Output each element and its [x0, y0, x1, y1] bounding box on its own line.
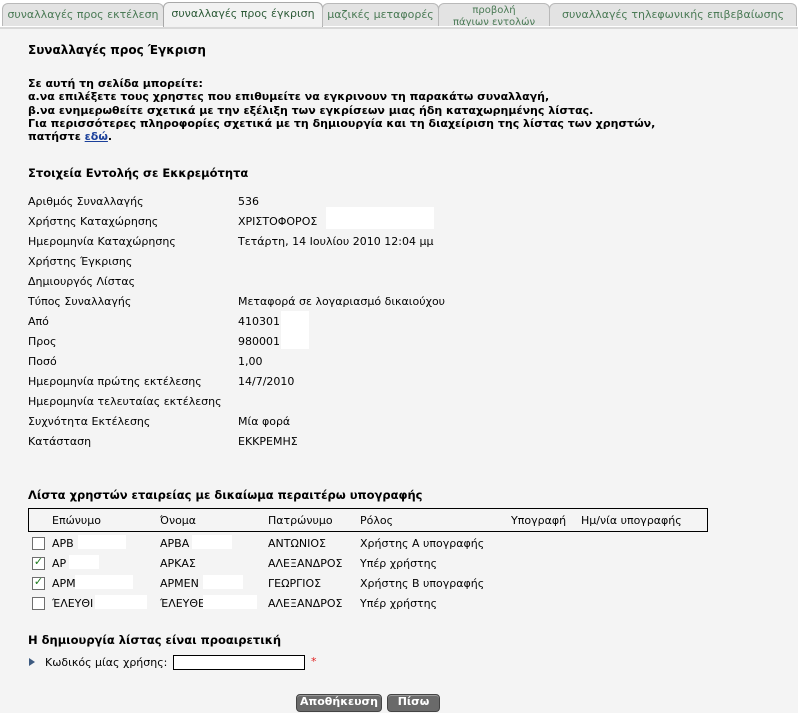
detail-value-amount: 1,00: [238, 355, 263, 368]
save-button[interactable]: Αποθήκευση: [296, 694, 382, 712]
redaction-mask: [78, 535, 126, 549]
detail-label: Συχνότητα Εκτέλεσης: [28, 415, 151, 428]
cell-surname: ΈΛΕΥΘΙ: [52, 597, 94, 610]
col-surname: Επώνυμο: [52, 514, 102, 527]
tab-standing-orders[interactable]: προβολή πάγιων εντολών: [438, 3, 550, 26]
intro-line-4: Για περισσότερες πληροφορίες σχετικά με …: [28, 116, 656, 130]
cell-father-name: ΓΕΩΡΓΙΟΣ: [268, 577, 322, 590]
users-table-header: Επώνυμο Όνομα Πατρώνυμο Ρόλος Υπογραφή Η…: [28, 508, 708, 532]
redaction-mask: [69, 555, 99, 569]
optional-heading: Η δημιουργία λίστας είναι προαιρετική: [28, 633, 282, 647]
detail-value-from: 410301: [238, 315, 280, 328]
otp-input[interactable]: [173, 655, 305, 670]
tab-standing-orders-line2: πάγιων εντολών: [452, 17, 536, 27]
detail-label: Κατάσταση: [28, 435, 92, 448]
cell-name: ΑΡΒΑ: [160, 537, 190, 550]
page-title: Συναλλαγές προς Έγκριση: [28, 43, 206, 57]
col-signature: Υπογραφή: [511, 514, 567, 527]
tab-transactions-to-approve[interactable]: συναλλαγές προς έγκριση: [163, 2, 323, 28]
details-heading: Στοιχεία Εντολής σε Εκκρεμότητα: [28, 166, 249, 180]
tab-bulk-transfers[interactable]: μαζικές μεταφορές: [322, 3, 439, 26]
detail-value-entry-date: Τετάρτη, 14 Ιουλίου 2010 12:04 μμ: [238, 235, 434, 248]
cell-role: Χρήστης Α υπογραφής: [360, 537, 485, 550]
tab-bar: συναλλαγές προς εκτέλεση συναλλαγές προς…: [0, 0, 798, 29]
redaction-mask: [75, 575, 133, 589]
detail-label: Από: [28, 315, 49, 328]
cell-surname: ΑΡΒ: [52, 537, 74, 550]
redaction-mask: [203, 595, 257, 609]
cell-surname: ΑΡ: [52, 557, 67, 570]
col-role: Ρόλος: [360, 514, 394, 527]
cell-father-name: ΑΛΕΞΑΝΔΡΟΣ: [268, 597, 343, 610]
cell-role: Υπέρ χρήστης: [360, 597, 438, 610]
intro-line-5: πατήστε εδώ.: [28, 130, 655, 143]
detail-value-transaction-no: 536: [238, 195, 259, 208]
intro-line-2: α.να επιλέξετε τους χρηστες που επιθυμεί…: [28, 90, 550, 104]
users-heading: Λίστα χρηστών εταιρείας με δικαίωμα περα…: [28, 488, 423, 502]
user-checkbox[interactable]: [32, 537, 45, 550]
intro-prefix: πατήστε: [28, 130, 85, 144]
cell-father-name: ΑΝΤΩΝΙΟΣ: [268, 537, 326, 550]
detail-label: Ποσό: [28, 355, 57, 368]
intro-text: Σε αυτή τη σελίδα μπορείτε: α.να επιλέξε…: [28, 77, 655, 143]
detail-label: Αριθμός Συναλλαγής: [28, 195, 144, 208]
checkmark-icon: ✓: [33, 555, 44, 568]
detail-value-frequency: Μία φορά: [238, 415, 291, 428]
cell-role: Χρήστης Β υπογραφής: [360, 577, 485, 590]
detail-label: Χρήστης Καταχώρησης: [28, 215, 159, 228]
tab-standing-orders-line1: προβολή: [472, 5, 516, 16]
intro-suffix: .: [107, 130, 113, 144]
cell-name: ΑΡΚΑΣ: [160, 557, 196, 570]
checkmark-icon: ✓: [33, 575, 44, 588]
intro-line-3: β.να ενημερωθείτε σχετικά με την εξέλιξη…: [28, 103, 594, 117]
cell-surname: ΑΡΜ: [52, 577, 76, 590]
arrow-right-icon: [29, 658, 35, 666]
user-checkbox[interactable]: [32, 597, 45, 610]
detail-label: Χρήστης Έγκρισης: [28, 255, 133, 268]
detail-label: Δημιουργός Λίστας: [28, 275, 136, 288]
detail-label: Ημερομηνία τελευταίας εκτέλεσης: [28, 395, 222, 408]
redaction-mask: [281, 311, 309, 331]
detail-value-entry-user: ΧΡΙΣΤΟΦΟΡΟΣ: [238, 215, 318, 228]
required-mark: *: [311, 655, 317, 668]
main-panel: Συναλλαγές προς Έγκριση Σε αυτή τη σελίδ…: [0, 29, 798, 713]
tab-phone-confirmation[interactable]: συναλλαγές τηλεφωνικής επιβεβαίωσης: [549, 3, 797, 26]
col-signature-date: Ημ/νία υπογραφής: [581, 514, 682, 527]
detail-label: Προς: [28, 335, 57, 348]
help-link[interactable]: εδώ: [85, 130, 108, 143]
detail-value-first-exec: 14/7/2010: [238, 375, 295, 388]
detail-value-status: ΕΚΚΡΕΜΗΣ: [238, 435, 298, 448]
redaction-mask: [326, 207, 434, 229]
col-name: Όνομα: [160, 514, 197, 527]
redaction-mask: [203, 575, 243, 589]
redaction-mask: [281, 331, 309, 349]
detail-value-to: 980001: [238, 335, 280, 348]
tab-transactions-to-execute[interactable]: συναλλαγές προς εκτέλεση: [2, 3, 164, 26]
otp-label: Κωδικός μίας χρήσης:: [45, 656, 168, 669]
cell-name: ΈΛΕΥΘΕ: [160, 597, 206, 610]
cell-father-name: ΑΛΕΞΑΝΔΡΟΣ: [268, 557, 343, 570]
cell-name: ΑΡΜΕΝ: [160, 577, 199, 590]
user-checkbox[interactable]: ✓: [32, 575, 45, 590]
detail-value-transaction-type: Μεταφορά σε λογαριασμό δικαιούχου: [238, 295, 446, 308]
user-checkbox[interactable]: ✓: [32, 555, 45, 570]
redaction-mask: [95, 595, 147, 609]
detail-label: Ημερομηνία Καταχώρησης: [28, 235, 176, 248]
col-father-name: Πατρώνυμο: [268, 514, 333, 527]
cell-role: Υπέρ χρήστης: [360, 557, 438, 570]
detail-label: Ημερομηνία πρώτης εκτέλεσης: [28, 375, 202, 388]
redaction-mask: [192, 535, 232, 549]
back-button[interactable]: Πίσω: [387, 694, 440, 712]
intro-line-1: Σε αυτή τη σελίδα μπορείτε:: [28, 77, 203, 90]
detail-label: Τύπος Συναλλαγής: [28, 295, 132, 308]
